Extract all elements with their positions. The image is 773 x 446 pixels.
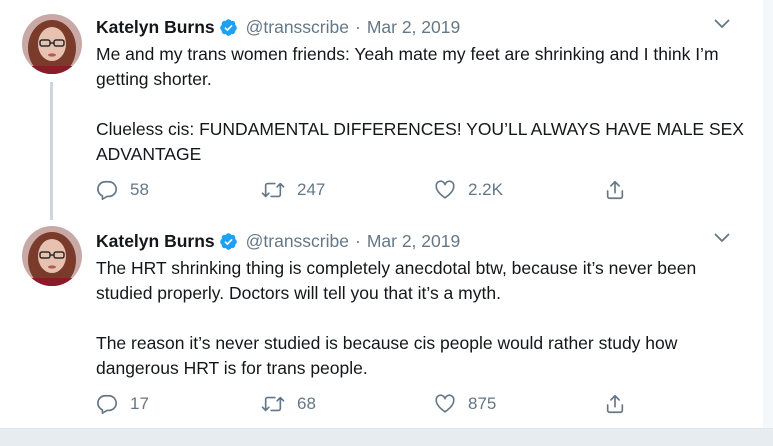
like-count: 2.2K (468, 180, 503, 199)
heart-icon (435, 180, 455, 199)
tweet[interactable]: Katelyn Burns @transscribe · Mar 2, 2019… (0, 222, 760, 428)
thread-connector-line (50, 82, 53, 220)
retweet-count: 247 (297, 180, 326, 199)
reply-icon (97, 394, 117, 414)
share-button[interactable] (604, 176, 638, 204)
heart-icon (435, 394, 455, 413)
retweet-button[interactable]: 247 (261, 176, 325, 204)
retweet-count: 68 (297, 394, 316, 413)
reply-button[interactable]: 58 (96, 176, 149, 204)
tweet-date[interactable]: Mar 2, 2019 (367, 231, 460, 252)
tweet-text: Me and my trans women friends: Yeah mate… (96, 42, 746, 167)
like-button[interactable]: 2.2K (434, 176, 503, 204)
reply-count: 17 (130, 394, 149, 413)
tweet[interactable]: Katelyn Burns @transscribe · Mar 2, 2019… (0, 0, 760, 222)
tweet-header: Katelyn Burns @transscribe · Mar 2, 2019 (96, 228, 460, 254)
tweet-paragraph: The reason it’s never studied is because… (96, 333, 678, 378)
retweet-icon (261, 182, 285, 198)
share-icon (606, 180, 624, 200)
share-button[interactable] (604, 390, 638, 418)
retweet-button[interactable]: 68 (261, 390, 316, 418)
chevron-down-icon[interactable] (712, 228, 732, 248)
tweet-paragraph: Clueless cis: FUNDAMENTAL DIFFERENCES! Y… (96, 119, 744, 164)
tweet-text: The HRT shrinking thing is completely an… (96, 256, 746, 381)
separator-dot: · (355, 230, 361, 251)
tweet-actions: 58 247 2.2K (96, 176, 636, 204)
like-count: 875 (468, 394, 497, 413)
tweet-paragraph: The HRT shrinking thing is completely an… (96, 258, 697, 303)
author-name[interactable]: Katelyn Burns (96, 231, 215, 252)
avatar[interactable] (22, 226, 82, 286)
reply-icon (97, 180, 117, 200)
retweet-icon (261, 396, 285, 412)
avatar[interactable] (22, 14, 82, 74)
page-edge (763, 0, 773, 428)
tweet-actions: 17 68 875 (96, 390, 636, 418)
separator-dot: · (355, 16, 361, 37)
author-handle[interactable]: @transscribe (246, 231, 349, 252)
tweet-paragraph: Me and my trans women friends: Yeah mate… (96, 44, 719, 89)
verified-badge-icon (219, 18, 238, 37)
chevron-down-icon[interactable] (712, 14, 732, 34)
author-handle[interactable]: @transscribe (246, 17, 349, 38)
timeline-divider (0, 428, 773, 446)
tweet-header: Katelyn Burns @transscribe · Mar 2, 2019 (96, 14, 460, 40)
tweet-date[interactable]: Mar 2, 2019 (367, 17, 460, 38)
verified-badge-icon (219, 232, 238, 251)
share-icon (606, 394, 624, 414)
author-name[interactable]: Katelyn Burns (96, 17, 215, 38)
like-button[interactable]: 875 (434, 390, 496, 418)
reply-count: 58 (130, 180, 149, 199)
reply-button[interactable]: 17 (96, 390, 149, 418)
